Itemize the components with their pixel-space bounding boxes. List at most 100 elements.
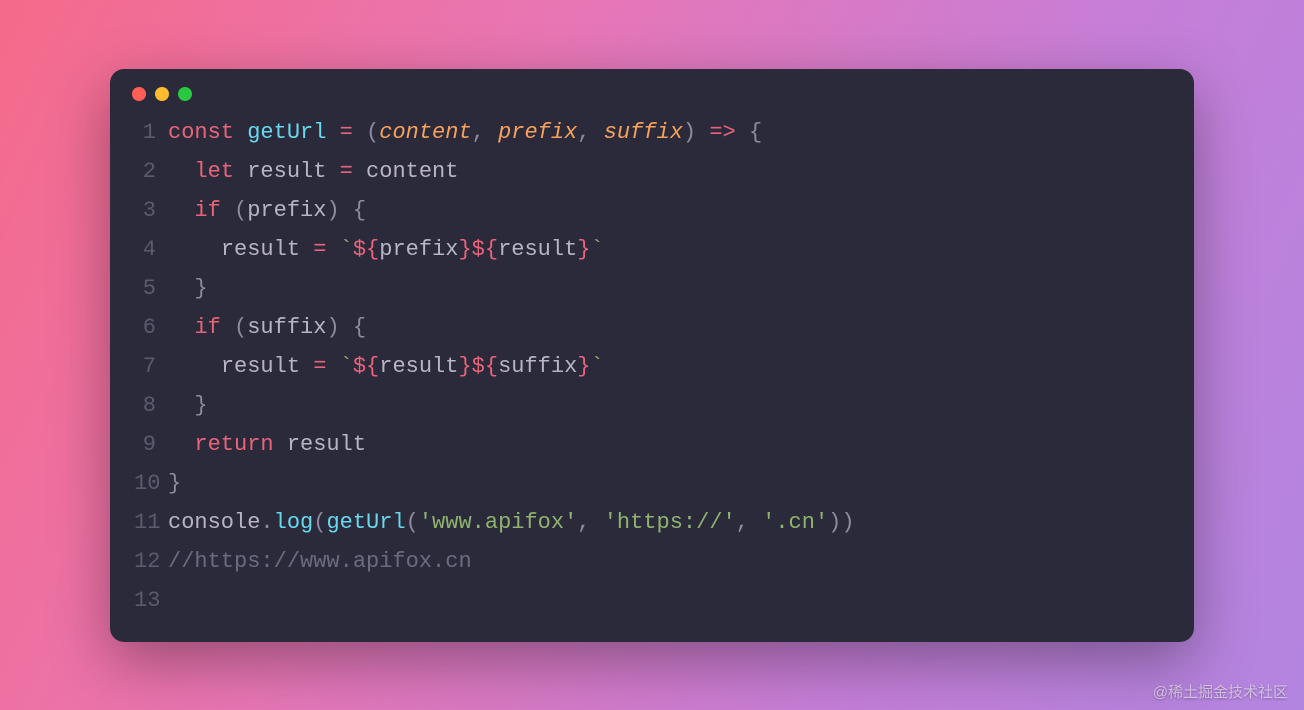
code-text[interactable]: [168, 581, 1170, 620]
code-token: [300, 354, 313, 379]
line-number: 11: [134, 503, 168, 542]
code-line[interactable]: 8 }: [134, 386, 1170, 425]
code-token: [168, 237, 221, 262]
code-token: //https://www.apifox.cn: [168, 549, 472, 574]
minimize-icon[interactable]: [155, 87, 169, 101]
code-token: {: [353, 198, 366, 223]
code-token: `: [340, 237, 353, 262]
code-token: `: [591, 237, 604, 262]
line-number: 6: [134, 308, 168, 347]
line-number: 7: [134, 347, 168, 386]
code-text[interactable]: if (suffix) {: [168, 308, 1170, 347]
line-number: 5: [134, 269, 168, 308]
code-line[interactable]: 7 result = `${result}${suffix}`: [134, 347, 1170, 386]
code-line[interactable]: 5 }: [134, 269, 1170, 308]
code-token: let: [194, 159, 247, 184]
code-token: [168, 432, 194, 457]
code-text[interactable]: if (prefix) {: [168, 191, 1170, 230]
code-token: =: [313, 354, 326, 379]
line-number: 13: [134, 581, 168, 620]
code-token: ): [841, 510, 854, 535]
code-line[interactable]: 4 result = `${prefix}${result}`: [134, 230, 1170, 269]
code-token: '.cn': [762, 510, 828, 535]
code-token: [300, 237, 313, 262]
code-text[interactable]: return result: [168, 425, 1170, 464]
code-token: `: [340, 354, 353, 379]
code-token: console: [168, 510, 260, 535]
close-icon[interactable]: [132, 87, 146, 101]
code-token: content: [366, 159, 458, 184]
code-text[interactable]: }: [168, 386, 1170, 425]
code-line[interactable]: 2 let result = content: [134, 152, 1170, 191]
line-number: 3: [134, 191, 168, 230]
code-token: [168, 315, 194, 340]
code-text[interactable]: let result = content: [168, 152, 1170, 191]
code-token: log: [274, 510, 314, 535]
code-token: suffix: [247, 315, 326, 340]
code-token: {: [353, 315, 366, 340]
code-token: 'https://': [604, 510, 736, 535]
code-token: [326, 354, 339, 379]
code-token: (: [406, 510, 419, 535]
code-token: (: [366, 120, 379, 145]
code-token: 'www.apifox': [419, 510, 577, 535]
code-text[interactable]: result = `${prefix}${result}`: [168, 230, 1170, 269]
code-token: [340, 198, 353, 223]
code-line[interactable]: 6 if (suffix) {: [134, 308, 1170, 347]
code-text[interactable]: //https://www.apifox.cn: [168, 542, 1170, 581]
window-titlebar: [110, 87, 1194, 113]
code-token: {: [749, 120, 762, 145]
code-token: result: [247, 159, 326, 184]
code-token: (: [234, 198, 247, 223]
code-token: ,: [472, 120, 498, 145]
code-line[interactable]: 11console.log(getUrl('www.apifox', 'http…: [134, 503, 1170, 542]
code-text[interactable]: const getUrl = (content, prefix, suffix)…: [168, 113, 1170, 152]
code-token: ): [683, 120, 696, 145]
line-number: 2: [134, 152, 168, 191]
code-token: [353, 159, 366, 184]
code-token: (: [234, 315, 247, 340]
code-area[interactable]: 1const getUrl = (content, prefix, suffix…: [110, 113, 1194, 620]
code-token: =>: [709, 120, 735, 145]
code-line[interactable]: 10}: [134, 464, 1170, 503]
code-token: [168, 393, 194, 418]
code-token: getUrl: [247, 120, 326, 145]
code-token: =: [313, 237, 326, 262]
code-line[interactable]: 12//https://www.apifox.cn: [134, 542, 1170, 581]
code-token: result: [221, 354, 300, 379]
code-token: return: [194, 432, 286, 457]
code-token: }: [458, 237, 471, 262]
code-token: ): [326, 198, 339, 223]
code-token: ${: [472, 237, 498, 262]
code-token: if: [194, 198, 234, 223]
code-text[interactable]: }: [168, 464, 1170, 503]
watermark-text: @稀土掘金技术社区: [1153, 681, 1288, 702]
code-token: (: [313, 510, 326, 535]
code-line[interactable]: 3 if (prefix) {: [134, 191, 1170, 230]
code-token: }: [458, 354, 471, 379]
code-token: content: [379, 120, 471, 145]
code-line[interactable]: 13: [134, 581, 1170, 620]
code-text[interactable]: }: [168, 269, 1170, 308]
code-token: [340, 315, 353, 340]
code-token: ,: [736, 510, 762, 535]
code-token: suffix: [604, 120, 683, 145]
code-text[interactable]: result = `${result}${suffix}`: [168, 347, 1170, 386]
code-token: ${: [353, 354, 379, 379]
code-text[interactable]: console.log(getUrl('www.apifox', 'https:…: [168, 503, 1170, 542]
code-token: }: [168, 471, 181, 496]
code-line[interactable]: 9 return result: [134, 425, 1170, 464]
code-line[interactable]: 1const getUrl = (content, prefix, suffix…: [134, 113, 1170, 152]
code-token: [696, 120, 709, 145]
zoom-icon[interactable]: [178, 87, 192, 101]
code-token: [736, 120, 749, 145]
line-number: 12: [134, 542, 168, 581]
code-token: prefix: [498, 120, 577, 145]
code-token: [168, 159, 194, 184]
code-token: }: [577, 237, 590, 262]
code-editor-window: 1const getUrl = (content, prefix, suffix…: [110, 69, 1194, 642]
code-token: ): [326, 315, 339, 340]
code-token: .: [260, 510, 273, 535]
line-number: 4: [134, 230, 168, 269]
code-token: ${: [353, 237, 379, 262]
